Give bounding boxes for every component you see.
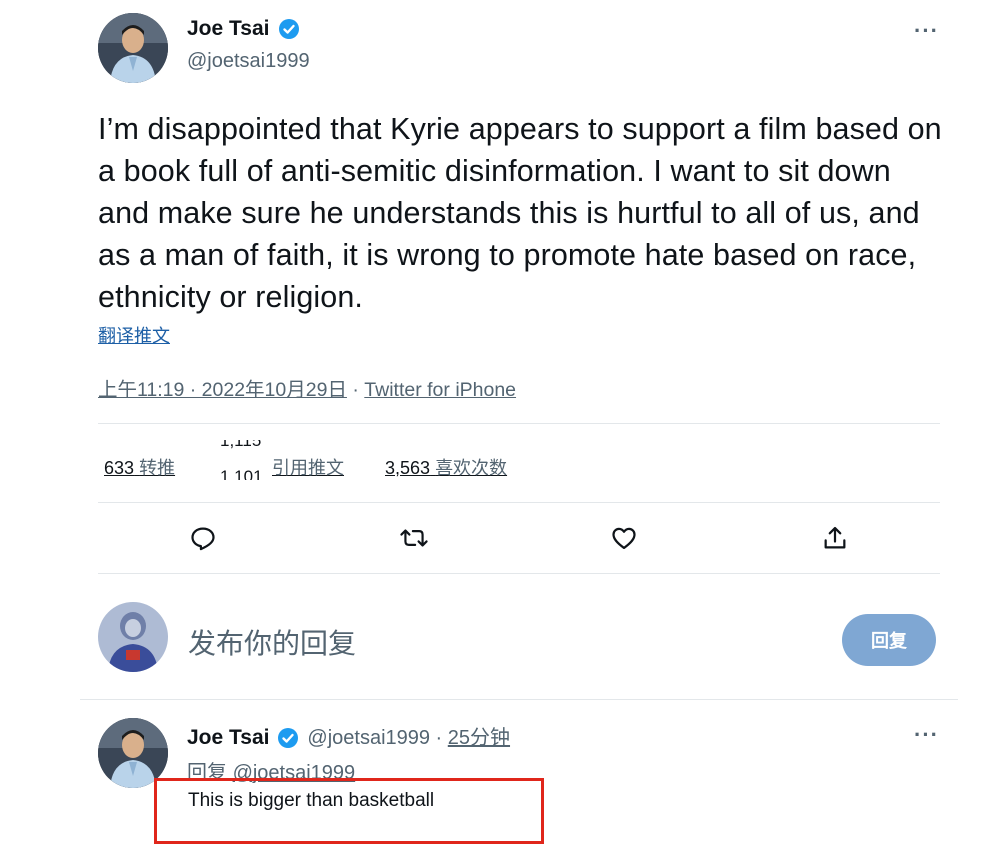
verified-badge-icon (277, 728, 298, 749)
divider (80, 699, 958, 700)
timestamp-link[interactable]: 上午11:19 · 2022年10月29日 (98, 379, 347, 401)
tweet-meta: 上午11:19 · 2022年10月29日 · Twitter for iPho… (98, 373, 516, 402)
retweet-icon-glyph (400, 529, 428, 547)
avatar-image (98, 13, 168, 83)
share-icon-glyph (824, 526, 846, 549)
quotes-stat[interactable]: 引用推文 (272, 454, 344, 480)
quotes-count-top: 1,115 (220, 440, 262, 450)
reply-author-handle[interactable]: @joetsai1999 (307, 727, 430, 749)
reply-more-options-icon[interactable]: ··· (914, 722, 939, 748)
reply-dot: · (430, 727, 448, 749)
reply-icon[interactable] (187, 522, 219, 554)
reply-author-line: Joe Tsai @joetsai1999 · 25分钟 (187, 721, 510, 750)
retweet-icon[interactable] (398, 522, 430, 554)
divider (98, 423, 940, 424)
reply-author-name[interactable]: Joe Tsai (187, 726, 269, 749)
share-icon[interactable] (819, 522, 851, 554)
likes-label: 喜欢次数 (435, 458, 508, 478)
verified-badge-icon (278, 19, 299, 40)
reply-tweet-text: This is bigger than basketball (188, 790, 435, 811)
likes-count: 3,563 (385, 458, 431, 478)
retweets-stat[interactable]: 633 转推 (104, 454, 175, 480)
user-avatar-image (98, 602, 168, 672)
retweets-count: 633 (104, 458, 135, 478)
reply-button[interactable]: 回复 (842, 614, 936, 666)
author-avatar[interactable] (98, 13, 168, 83)
source-link[interactable]: Twitter for iPhone (364, 379, 516, 401)
more-options-icon[interactable]: ··· (914, 18, 939, 44)
user-avatar[interactable] (98, 602, 168, 672)
likes-stat[interactable]: 3,563 喜欢次数 (385, 454, 507, 480)
heart-icon-glyph (612, 527, 636, 550)
divider (98, 502, 940, 503)
heart-icon[interactable] (608, 522, 640, 554)
quotes-count-rolling: 1,115 1,101 (218, 440, 270, 480)
tweet-text: I’m disappointed that Kyrie appears to s… (98, 112, 942, 314)
quotes-count-bottom: 1,101 (220, 467, 263, 480)
reply-time-link[interactable]: 25分钟 (448, 727, 510, 749)
author-handle[interactable]: @joetsai1999 (187, 50, 310, 73)
retweets-label: 转推 (139, 458, 176, 478)
translate-link[interactable]: 翻译推文 (98, 322, 170, 348)
author-name[interactable]: Joe Tsai (187, 17, 269, 40)
author-line: Joe Tsai (187, 17, 300, 41)
meta-separator: · (346, 379, 365, 401)
reply-icon-glyph (191, 527, 215, 551)
divider (98, 573, 940, 574)
quotes-label: 引用推文 (272, 458, 344, 478)
reply-input[interactable]: 发布你的回复 (188, 622, 356, 662)
